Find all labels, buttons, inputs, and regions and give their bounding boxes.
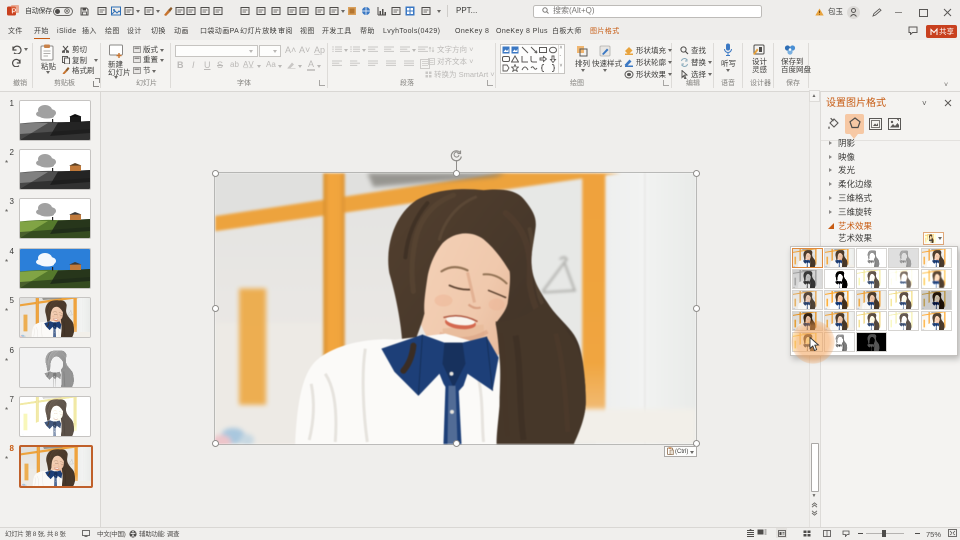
- svg-text:P: P: [12, 7, 17, 16]
